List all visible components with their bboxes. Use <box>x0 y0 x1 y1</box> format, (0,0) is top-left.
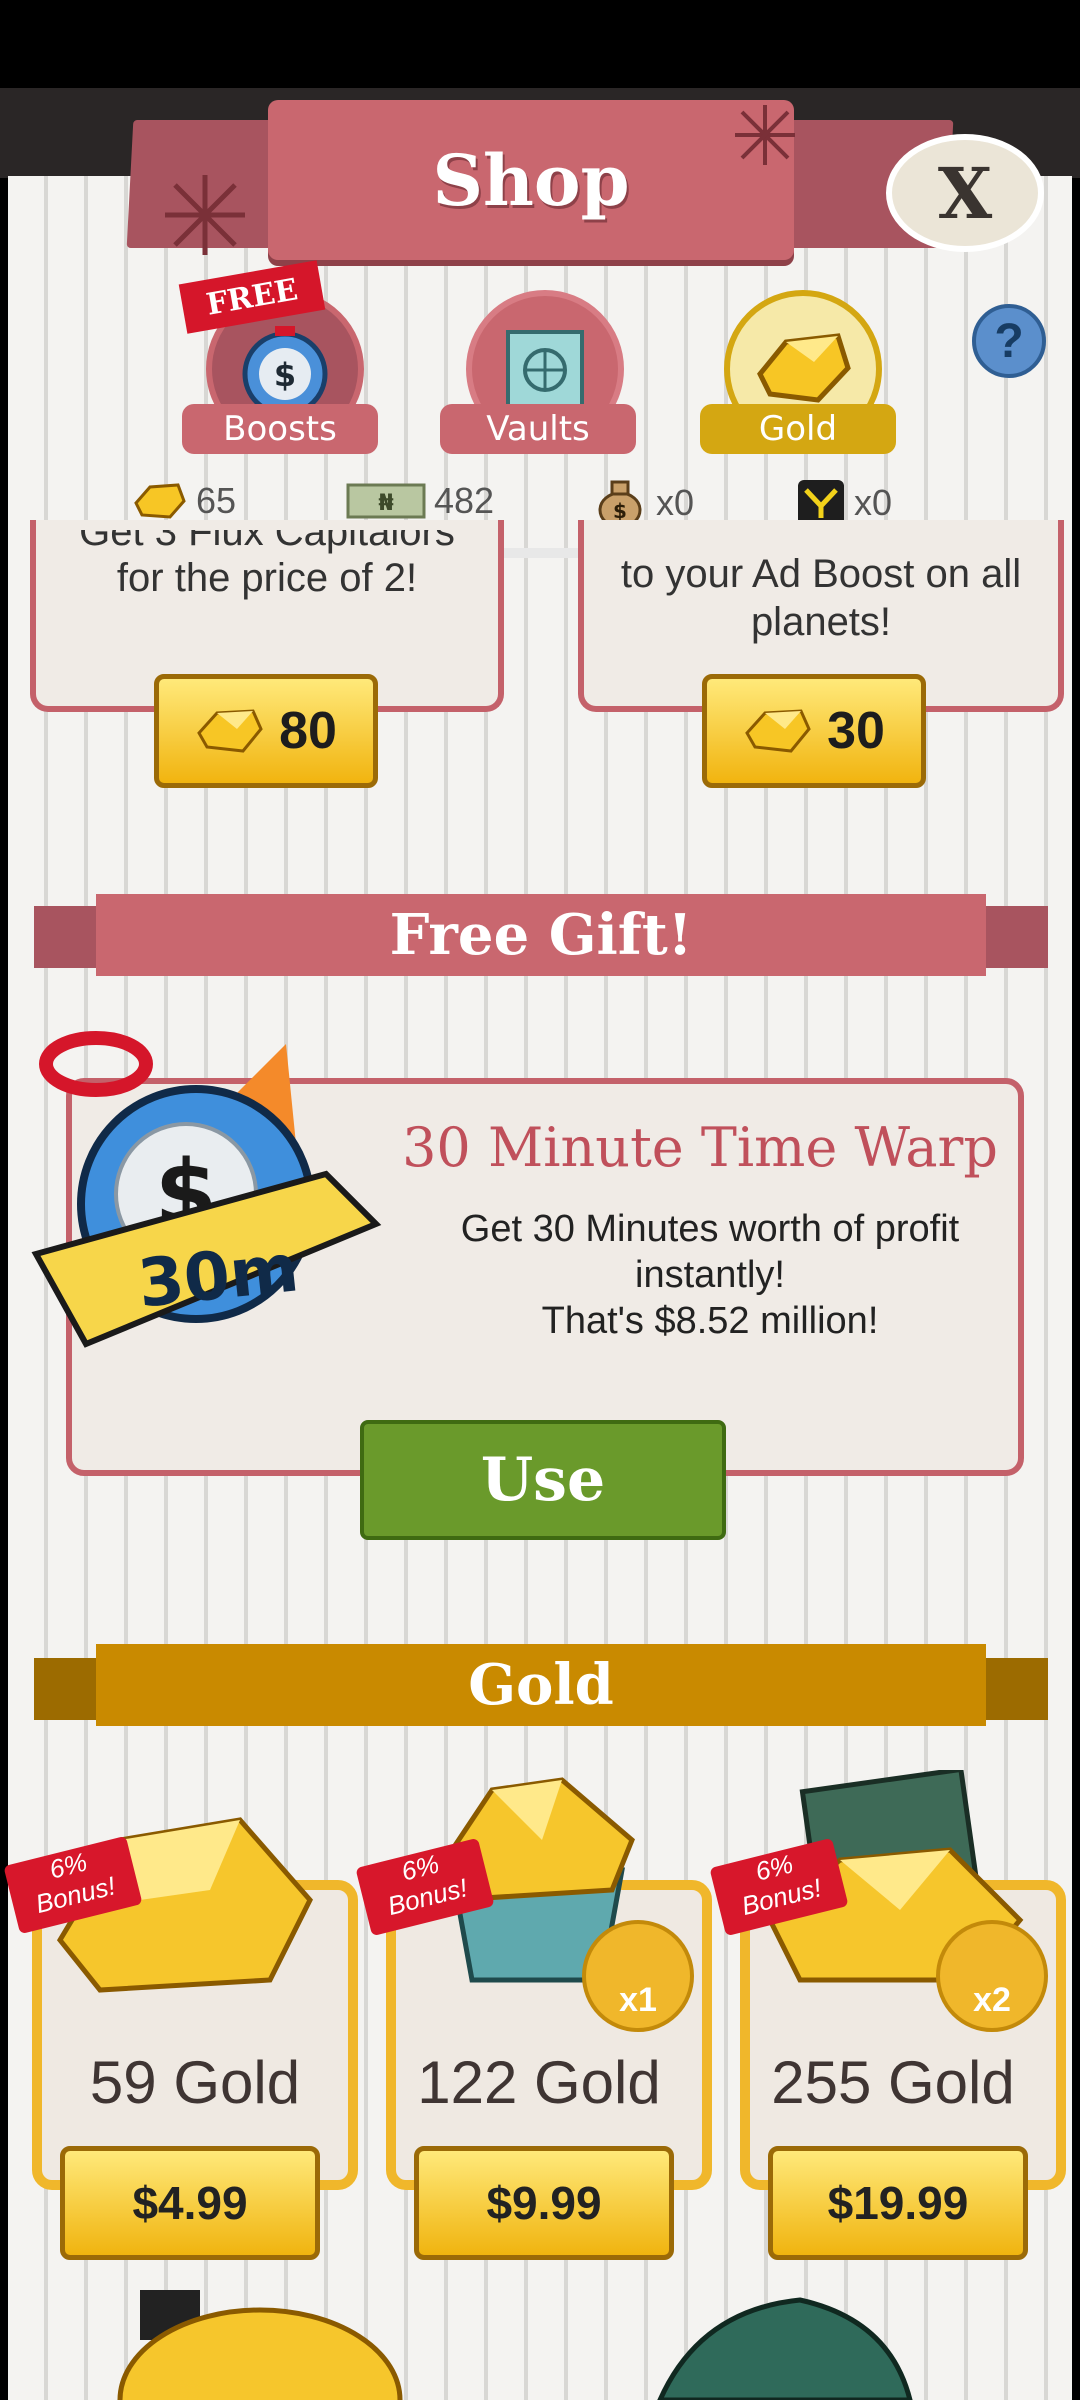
offer-price: 80 <box>279 702 337 760</box>
gold-gem-icon <box>134 483 186 519</box>
section-title: Gold <box>468 1652 614 1718</box>
buy-button[interactable]: $19.99 <box>768 2146 1028 2260</box>
offer-text-cut: Get 3 Flux Capitalors <box>79 530 455 554</box>
help-button[interactable]: ? <box>972 304 1046 378</box>
page-title: Shop <box>432 138 630 222</box>
free-gift-heading: Free Gift! <box>96 894 986 976</box>
gold-amount: 255 Gold <box>771 2049 1015 2116</box>
multiplier-badge: x2 <box>936 1920 1048 2032</box>
question-icon: ? <box>994 314 1024 368</box>
offer-text: planets! <box>750 600 892 644</box>
offer-text: to your Ad Boost on all <box>620 552 1022 596</box>
gold-sack-icon <box>657 2297 913 2400</box>
money-bag-count: x0 <box>656 482 695 523</box>
currency-megabucks: ₦ 482 <box>346 480 494 522</box>
buy-button[interactable]: $9.99 <box>414 2146 674 2260</box>
svg-text:$: $ <box>274 356 296 394</box>
close-button[interactable]: X <box>886 134 1044 252</box>
buy-button[interactable]: $4.99 <box>60 2146 320 2260</box>
sparkle-decoration-icon <box>735 105 795 165</box>
gift-desc-line: That's $8.52 million! <box>541 1300 879 1342</box>
flux-count: x0 <box>854 482 893 523</box>
currency-gold: 65 <box>132 480 236 522</box>
status-bar <box>0 0 1080 88</box>
sparkle-decoration-icon <box>165 175 245 255</box>
gold-amount: 122 Gold <box>417 2049 661 2116</box>
offer-price-button[interactable]: 80 <box>154 674 378 788</box>
offer-price-button[interactable]: 30 <box>702 674 926 788</box>
header-plate: Shop <box>268 100 794 260</box>
use-button[interactable]: Use <box>360 1420 726 1540</box>
svg-text:₦: ₦ <box>378 491 393 516</box>
gift-desc-line: instantly! <box>635 1254 785 1296</box>
gift-title: 30 Minute Time Warp <box>402 1116 998 1179</box>
megabucks-count: 482 <box>434 480 495 521</box>
time-warp-badge: 30m <box>134 1229 303 1323</box>
multiplier-badge: x1 <box>582 1920 694 2032</box>
gift-desc-line: Get 30 Minutes worth of profit <box>460 1208 960 1250</box>
multiplier-text: x1 <box>619 1981 657 2019</box>
multiplier-text: x2 <box>973 1981 1011 2019</box>
gold-gem-icon <box>197 709 263 753</box>
section-title: Free Gift! <box>389 902 693 968</box>
gift-description: Get 30 Minutes worth of profit instantly… <box>420 1206 1000 1344</box>
tab-boosts-label[interactable]: Boosts <box>182 404 378 454</box>
gold-count: 65 <box>196 480 237 521</box>
offer-text: for the price of 2! <box>116 556 418 600</box>
gold-gem-icon <box>745 709 811 753</box>
offer-price: 30 <box>827 702 885 760</box>
tab-vaults-label[interactable]: Vaults <box>440 404 636 454</box>
close-icon: X <box>937 151 993 235</box>
tab-gold-label[interactable]: Gold <box>700 404 896 454</box>
gold-heading: Gold <box>96 1644 986 1726</box>
gold-amount: 59 Gold <box>89 2049 301 2116</box>
gold-pile-icon <box>117 2290 403 2400</box>
megabucks-icon: ₦ <box>346 483 426 519</box>
